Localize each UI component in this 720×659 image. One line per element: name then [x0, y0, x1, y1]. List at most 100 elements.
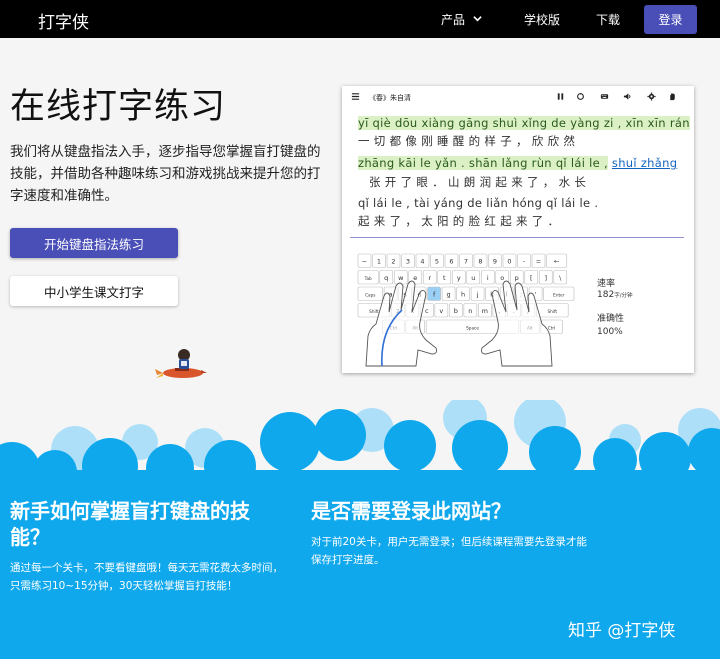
key-label: i [487, 274, 489, 282]
key-label: n [468, 307, 472, 315]
key-i: i [480, 270, 495, 285]
nav-product-label: 产品 [441, 13, 466, 27]
faq-question-2: 是否需要登录此网站？ [311, 499, 511, 523]
key-w: w [393, 270, 408, 285]
key-Shift: Shift [536, 303, 569, 318]
key-label: ] [544, 274, 547, 282]
key-label: 5 [435, 257, 439, 265]
key-label: 9 [493, 257, 497, 265]
key-1: 1 [372, 253, 386, 268]
menu-icon[interactable] [351, 92, 360, 101]
key-v: v [434, 303, 449, 318]
key-6: 6 [444, 253, 459, 268]
keyboard-toggle-icon[interactable] [600, 92, 609, 101]
key-Enter: Enter [543, 286, 575, 301]
key-u: u [466, 270, 481, 285]
key-2: 2 [386, 253, 401, 268]
key-label: o [500, 274, 504, 282]
student-text-typing-button[interactable]: 中小学生课文打字 [10, 276, 178, 306]
key-Tab: Tab [357, 270, 379, 285]
key-label: r [428, 274, 431, 282]
hero-description: 我们将从键盘指法入手，逐步指导您掌握盲打键盘的技能，并借助各种趣味练习和游戏挑战… [10, 144, 321, 204]
start-fingering-practice-button[interactable]: 开始键盘指法练习 [10, 228, 178, 258]
faq-question-1: 新手如何掌握盲打键盘的技能？ [10, 499, 250, 549]
key-label: Space [466, 325, 479, 330]
brand-logo[interactable]: 打字侠 [38, 8, 89, 33]
key-label: ~ [362, 257, 367, 265]
key-3: 3 [401, 253, 415, 268]
volume-icon[interactable] [623, 92, 632, 101]
key-label: w [398, 274, 404, 282]
page-title: 在线打字练习 [10, 87, 227, 127]
key-[: [ [524, 270, 539, 285]
settings-gear-icon[interactable] [647, 92, 656, 101]
pending-pinyin: qǐ lái le , tài yáng de liǎn hóng qǐ lái… [358, 196, 599, 210]
key-label: 0 [507, 257, 511, 265]
key-y: y [451, 270, 466, 285]
key-label: Caps [365, 292, 375, 297]
current-pinyin: shuǐ zhǎng [611, 156, 678, 170]
hanzi-line-1: 一切都像刚睡醒的样子，欣欣然 [358, 134, 580, 148]
key-n: n [463, 303, 478, 318]
nav-school-link[interactable]: 学校版 [524, 11, 560, 28]
key-\: \ [553, 270, 568, 285]
typed-pinyin: zhāng kāi le yǎn . shān lǎng rùn qǐ lái … [358, 156, 608, 170]
key-b: b [449, 303, 463, 318]
key-label: u [471, 274, 475, 282]
pause-icon[interactable] [556, 92, 565, 101]
typed-pinyin: yī qiè dōu xiàng gāng shuì xǐng de yàng … [358, 116, 690, 130]
progress-divider [350, 237, 684, 238]
hanzi-line-3: 起来了，太阳的脸红起来了． [358, 214, 564, 228]
nav-product-menu[interactable]: 产品 [441, 11, 482, 28]
key-label: v [439, 307, 443, 315]
chevron-down-icon [473, 16, 482, 22]
key-label: Tab [364, 276, 372, 281]
key-label: ' [535, 290, 537, 298]
key-p: p [509, 270, 524, 285]
pinyin-line-2: zhāng kāi le yǎn . shān lǎng rùn qǐ lái … [358, 156, 677, 170]
key-label: 7 [464, 257, 468, 265]
key-label: m [482, 307, 488, 315]
key-j: j [470, 286, 485, 301]
hanzi-line-2: 张开了眼．山朗润起来了，水长 [369, 175, 591, 189]
key-label: t [443, 274, 446, 282]
faq-answer-1: 通过每一个关卡，不要看键盘哦！每天无需花费太多时间，只需练习10~15分钟，30… [10, 562, 283, 592]
nav-download-link[interactable]: 下载 [596, 11, 620, 28]
key-label: y [457, 274, 461, 282]
key-label: 2 [391, 257, 395, 265]
key-9: 9 [488, 253, 502, 268]
typing-preview-window: 《春》朱自清 yī qiè dōu xiàng gāng shuì xǐng d… [342, 86, 694, 373]
lesson-title: 《春》朱自清 [369, 94, 411, 102]
key-label: p [515, 274, 519, 282]
key-label: b [454, 307, 458, 315]
speed-unit: 字/分钟 [614, 293, 633, 299]
key-0: 0 [502, 253, 517, 268]
key-label: Ctrl [548, 325, 555, 330]
key-label: Shift [369, 309, 379, 314]
key-label: h [461, 290, 465, 298]
key-label: 3 [406, 257, 410, 265]
key--: - [517, 253, 531, 268]
key-Caps: Caps [357, 286, 383, 301]
key-label: Shift [548, 309, 558, 314]
key-label: e [413, 274, 417, 282]
virtual-keyboard: ~1234567890-=←Tabqwertyuiop[]\Capsasdfgh… [357, 253, 575, 367]
key-4: 4 [415, 253, 430, 268]
key-q: q [379, 270, 394, 285]
key-label: 8 [478, 257, 482, 265]
hand-guide-icon[interactable] [668, 92, 677, 101]
pinyin-line-3: qǐ lái le , tài yáng de liǎn hóng qǐ lái… [358, 196, 598, 210]
speed-label: 速率 [597, 279, 616, 289]
key-g: g [441, 286, 456, 301]
key-~: ~ [357, 253, 372, 268]
key-label: ← [554, 257, 560, 265]
key-label: = [536, 257, 541, 265]
restart-icon[interactable] [576, 92, 585, 101]
preview-toolbar: 《春》朱自清 [342, 86, 694, 108]
faq-answer-2: 对于前20关卡，用户无需登录；但后续课程需要先登录才能保存打字进度。 [311, 536, 587, 566]
login-button[interactable]: 登录 [644, 5, 697, 34]
key-label: j [476, 290, 479, 298]
rocket-mascot-icon [155, 349, 207, 378]
speed-value: 182字/分钟 [597, 290, 633, 300]
key-label: q [384, 274, 388, 282]
